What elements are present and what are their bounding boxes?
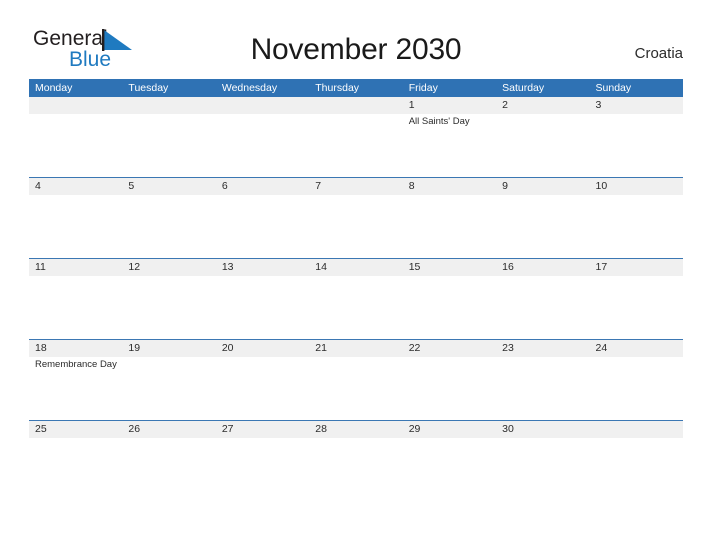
day-number[interactable] — [216, 97, 309, 114]
week-row: 11 12 13 14 15 16 17 — [29, 258, 683, 339]
day-cell[interactable] — [496, 357, 589, 420]
country-label: Croatia — [634, 45, 683, 62]
day-cell[interactable] — [590, 438, 683, 501]
day-number[interactable]: 10 — [590, 178, 683, 195]
day-number[interactable]: 16 — [496, 259, 589, 276]
day-number[interactable]: 13 — [216, 259, 309, 276]
day-number[interactable]: 6 — [216, 178, 309, 195]
day-number[interactable]: 3 — [590, 97, 683, 114]
dow-sunday: Sunday — [595, 82, 632, 94]
day-cell[interactable] — [122, 276, 215, 339]
day-cell[interactable] — [403, 276, 496, 339]
day-cell[interactable] — [496, 438, 589, 501]
day-number[interactable]: 20 — [216, 340, 309, 357]
day-cell[interactable] — [309, 357, 402, 420]
week-date-band: 4 5 6 7 8 9 10 — [29, 178, 683, 195]
day-number[interactable]: 28 — [309, 421, 402, 438]
day-number[interactable]: 7 — [309, 178, 402, 195]
day-number[interactable]: 23 — [496, 340, 589, 357]
week-event-band — [29, 276, 683, 339]
day-number[interactable]: 2 — [496, 97, 589, 114]
week-row: 4 5 6 7 8 9 10 — [29, 177, 683, 258]
day-number[interactable]: 15 — [403, 259, 496, 276]
day-cell[interactable] — [590, 357, 683, 420]
day-number[interactable]: 25 — [29, 421, 122, 438]
event-label: Remembrance Day — [35, 359, 117, 370]
day-cell[interactable] — [403, 195, 496, 258]
day-cell[interactable] — [29, 276, 122, 339]
day-cell[interactable] — [309, 114, 402, 177]
page-title: November 2030 — [250, 33, 462, 66]
day-cell[interactable] — [29, 195, 122, 258]
week-row: 25 26 27 28 29 30 — [29, 420, 683, 501]
day-number[interactable]: 24 — [590, 340, 683, 357]
event-label: All Saints' Day — [408, 116, 470, 127]
week-event-band — [29, 438, 683, 501]
day-cell[interactable] — [496, 276, 589, 339]
day-cell[interactable] — [122, 357, 215, 420]
week-date-band: 1 2 3 — [29, 97, 683, 114]
calendar-grid: Monday Tuesday Wednesday Thursday Friday… — [29, 79, 683, 501]
day-number[interactable]: 12 — [122, 259, 215, 276]
day-cell[interactable] — [122, 195, 215, 258]
day-cell[interactable] — [216, 276, 309, 339]
week-date-band: 18 19 20 21 22 23 24 — [29, 340, 683, 357]
day-cell[interactable] — [122, 438, 215, 501]
week-date-band: 25 26 27 28 29 30 — [29, 421, 683, 438]
week-event-band — [29, 195, 683, 258]
day-number[interactable]: 4 — [29, 178, 122, 195]
week-event-band: Remembrance Day — [29, 357, 683, 420]
day-cell[interactable]: Remembrance Day — [29, 357, 122, 420]
day-cell[interactable] — [29, 438, 122, 501]
week-event-band: All Saints' Day — [29, 114, 683, 177]
day-cell[interactable] — [496, 114, 589, 177]
day-number[interactable]: 26 — [122, 421, 215, 438]
day-cell[interactable] — [590, 114, 683, 177]
week-date-band: 11 12 13 14 15 16 17 — [29, 259, 683, 276]
day-number[interactable] — [309, 97, 402, 114]
day-cell[interactable] — [590, 195, 683, 258]
day-number[interactable]: 30 — [496, 421, 589, 438]
day-cell[interactable] — [403, 438, 496, 501]
day-number[interactable]: 1 — [403, 97, 496, 114]
day-cell[interactable] — [216, 357, 309, 420]
dow-saturday: Saturday — [502, 82, 545, 94]
dow-friday: Friday — [408, 82, 438, 94]
day-number[interactable] — [29, 97, 122, 114]
day-number[interactable]: 9 — [496, 178, 589, 195]
day-number[interactable]: 21 — [309, 340, 402, 357]
day-cell[interactable] — [496, 195, 589, 258]
day-number[interactable]: 29 — [403, 421, 496, 438]
day-cell[interactable] — [216, 195, 309, 258]
week-row: 1 2 3 All Saints' Day — [29, 97, 683, 177]
page-header: General Blue November 2030 Croatia — [0, 0, 712, 71]
day-number[interactable]: 27 — [216, 421, 309, 438]
day-number[interactable] — [122, 97, 215, 114]
day-of-week-header: Monday Tuesday Wednesday Thursday Friday… — [29, 79, 683, 97]
day-number[interactable]: 22 — [403, 340, 496, 357]
dow-thursday: Thursday — [315, 82, 360, 94]
day-number[interactable]: 18 — [29, 340, 122, 357]
day-cell[interactable] — [309, 438, 402, 501]
day-cell[interactable] — [590, 276, 683, 339]
day-number[interactable]: 8 — [403, 178, 496, 195]
day-cell[interactable] — [309, 195, 402, 258]
dow-tuesday: Tuesday — [128, 82, 169, 94]
day-number[interactable]: 17 — [590, 259, 683, 276]
day-number[interactable] — [590, 421, 683, 438]
day-number[interactable]: 5 — [122, 178, 215, 195]
day-cell[interactable] — [122, 114, 215, 177]
dow-monday: Monday — [35, 82, 73, 94]
day-cell[interactable] — [29, 114, 122, 177]
day-number[interactable]: 11 — [29, 259, 122, 276]
day-number[interactable]: 14 — [309, 259, 402, 276]
day-cell[interactable] — [309, 276, 402, 339]
day-cell[interactable]: All Saints' Day — [403, 114, 496, 177]
day-cell[interactable] — [403, 357, 496, 420]
day-number[interactable]: 19 — [122, 340, 215, 357]
day-cell[interactable] — [216, 114, 309, 177]
week-row: 18 19 20 21 22 23 24 Remembrance Day — [29, 339, 683, 420]
dow-wednesday: Wednesday — [221, 82, 278, 94]
day-cell[interactable] — [216, 438, 309, 501]
